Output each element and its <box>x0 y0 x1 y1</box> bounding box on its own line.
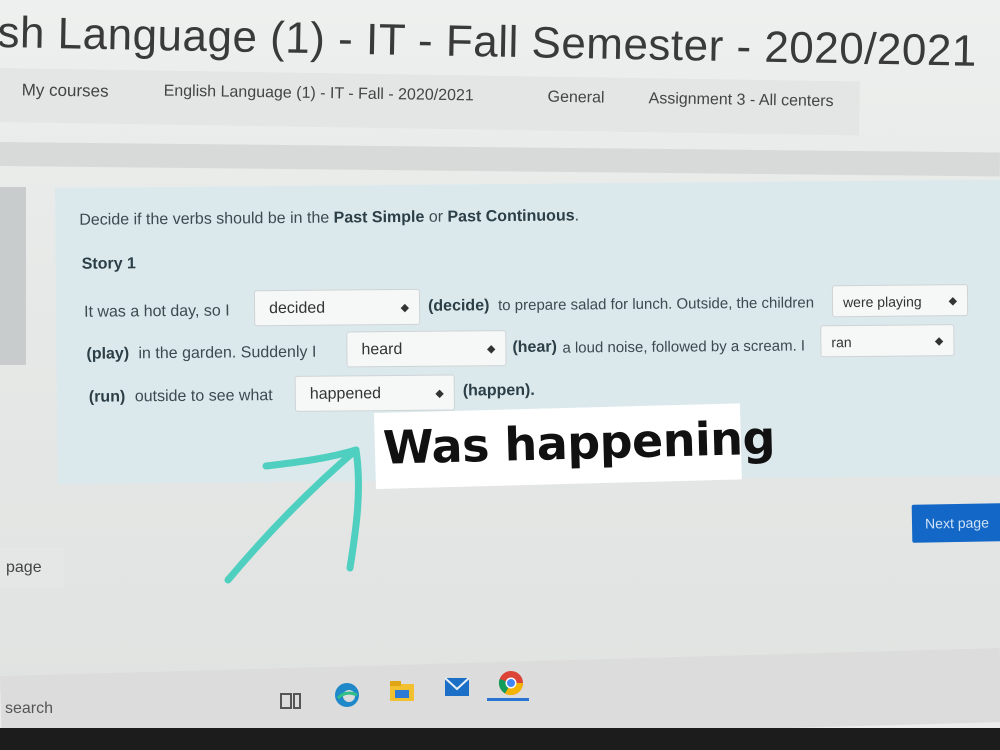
file-explorer-icon[interactable] <box>387 676 417 706</box>
browser-page: sh Language (1) - IT - Fall Semester - 2… <box>0 0 1000 690</box>
task-view-icon[interactable] <box>276 686 306 716</box>
screen-bezel <box>0 728 1000 750</box>
arrow-strokes <box>224 446 362 584</box>
annotation-arrow-icon <box>224 446 362 584</box>
taskbar-search[interactable]: search <box>5 700 53 718</box>
active-app-indicator <box>487 698 529 701</box>
chrome-icon[interactable] <box>496 668 526 698</box>
edge-icon[interactable] <box>332 680 362 710</box>
mail-icon[interactable] <box>442 672 472 702</box>
